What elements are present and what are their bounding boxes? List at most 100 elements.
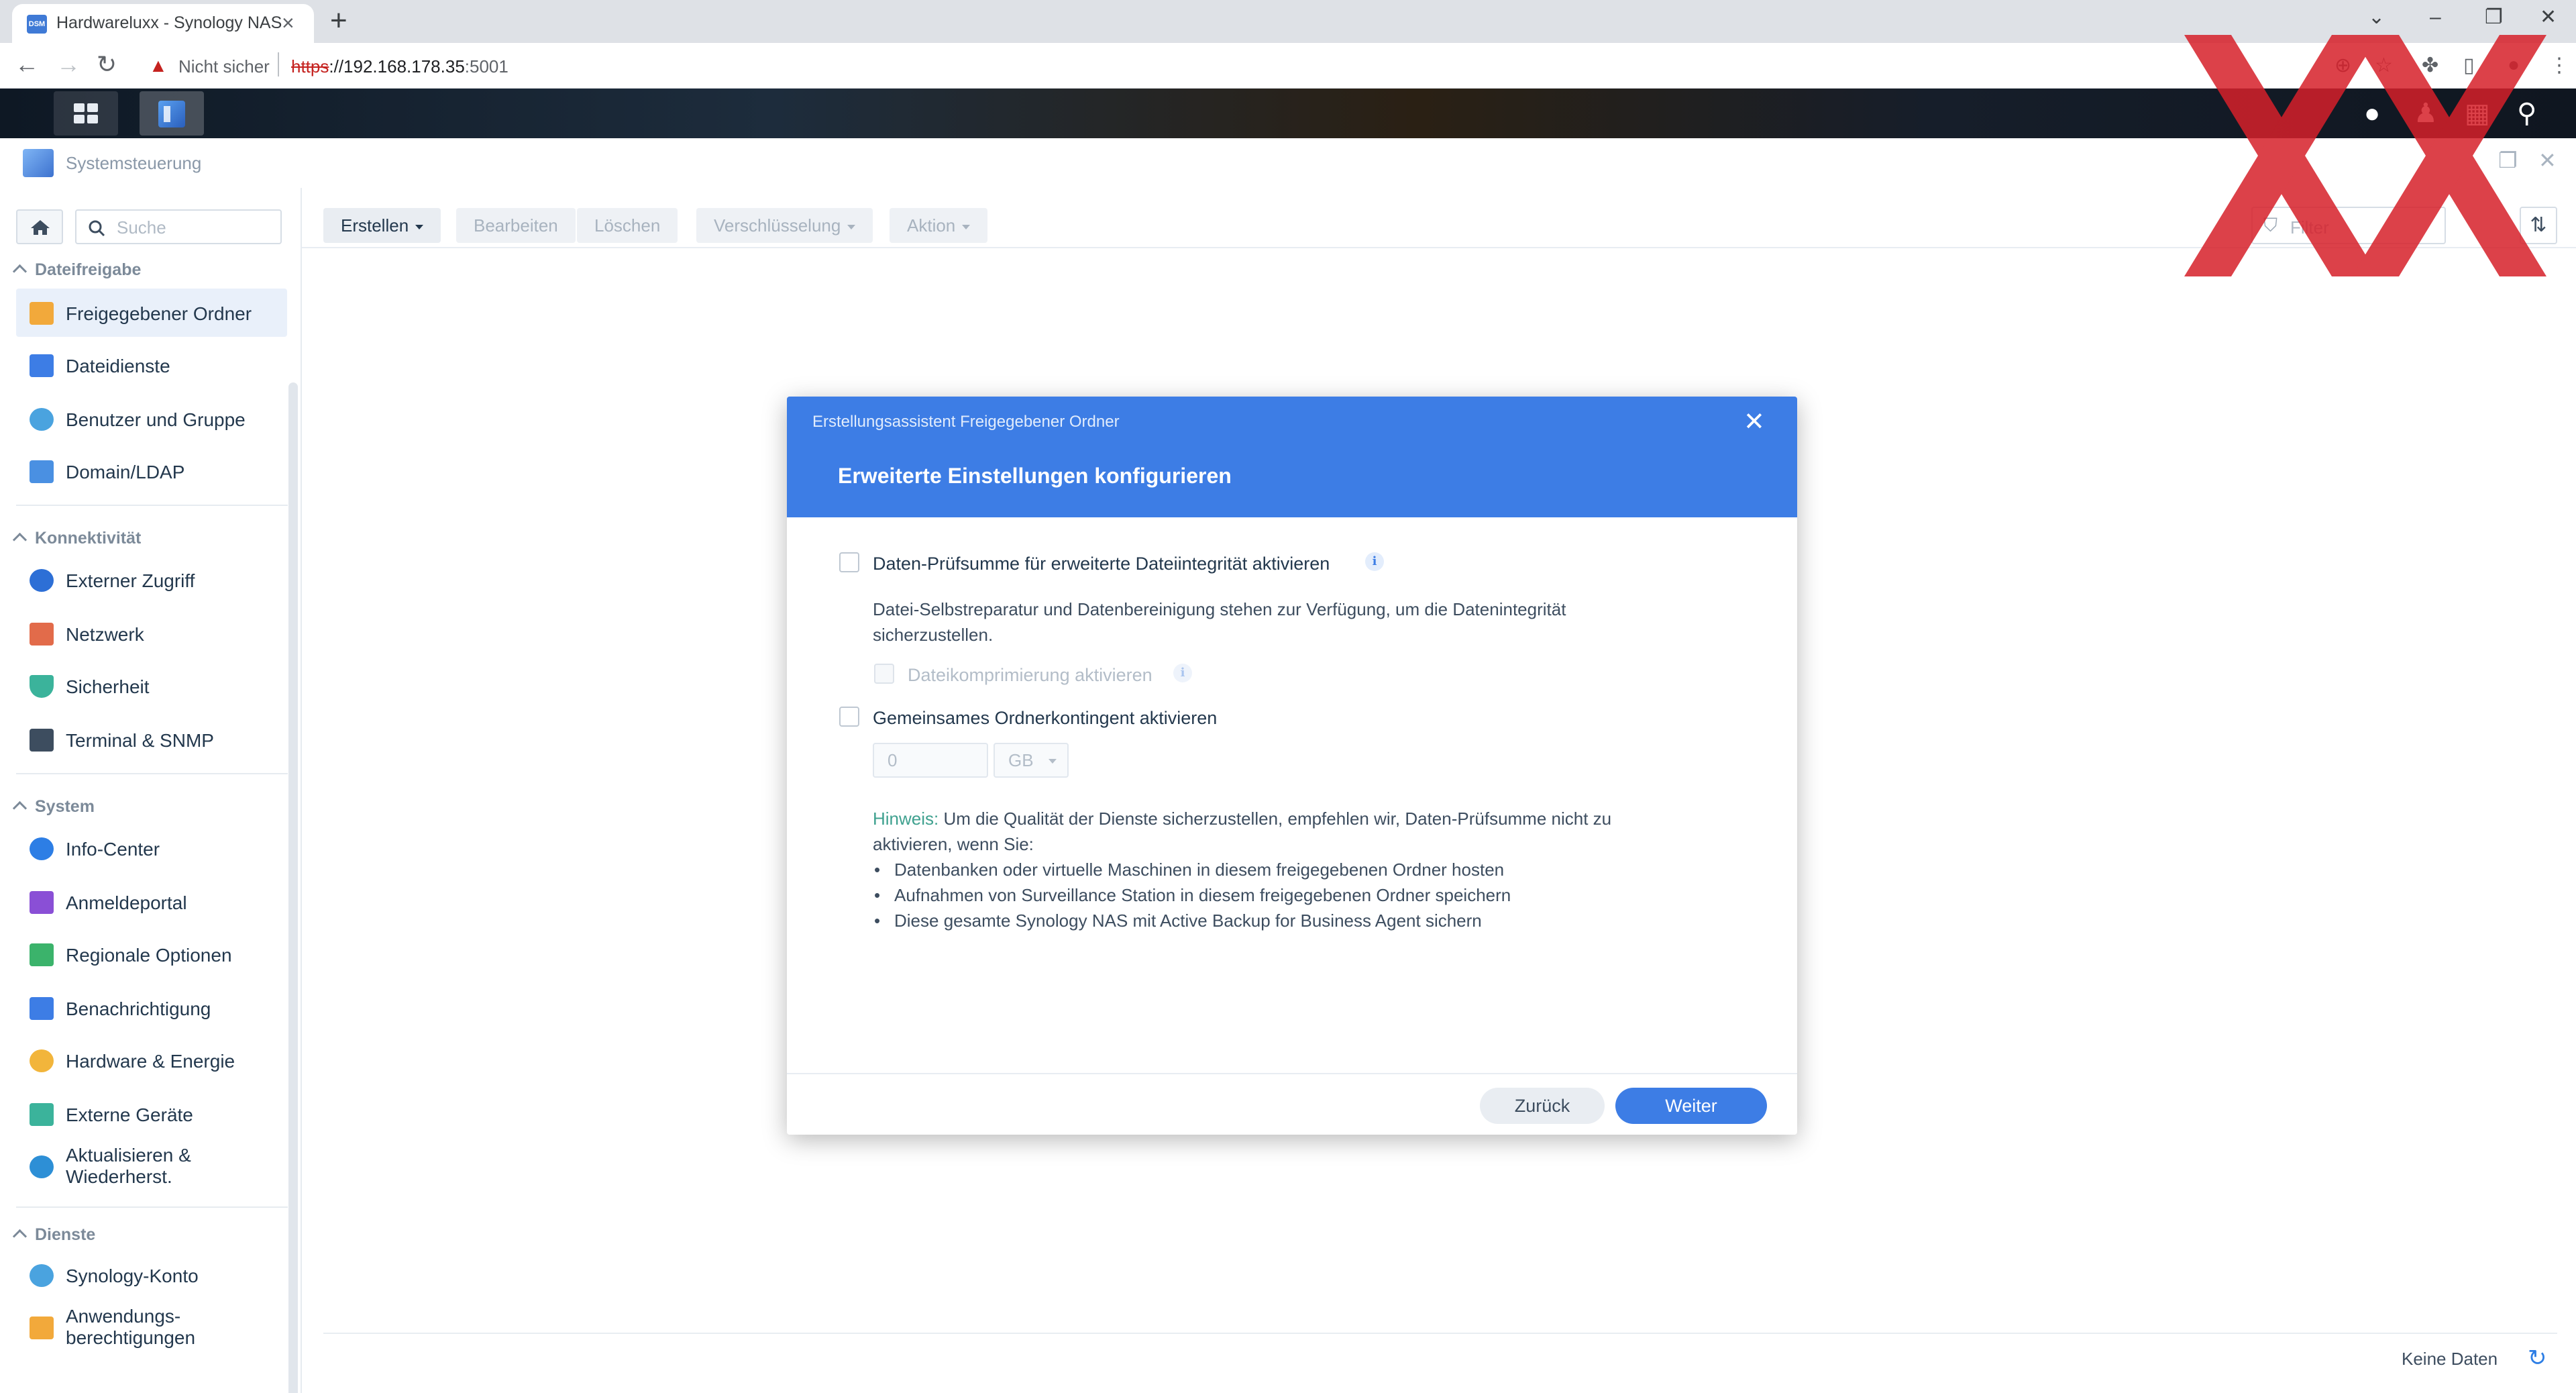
browser-tab-title: Hardwareluxx - Synology NAS (56, 13, 282, 32)
synology-account-icon (30, 1264, 54, 1287)
sidebar-item-label: Freigegebener Ordner (66, 303, 252, 324)
browser-menu-icon[interactable]: ⋮ (2549, 54, 2569, 77)
hint-key: Hinweis: (873, 809, 939, 829)
list-item: Diese gesamte Synology NAS mit Active Ba… (874, 908, 1699, 933)
create-button[interactable]: Erstellen (323, 208, 441, 243)
sidebar-item-info-center[interactable]: Info-Center (16, 824, 287, 872)
action-button-label: Aktion (907, 215, 956, 236)
hardwareluxx-logo (2184, 35, 2546, 276)
regional-options-icon (30, 943, 54, 966)
list-item: Datenbanken oder virtuelle Maschinen in … (874, 857, 1699, 882)
sidebar-item-login-portal[interactable]: Anmeldeportal (16, 878, 287, 926)
sidebar-item-notification[interactable]: Benachrichtigung (16, 984, 287, 1032)
refresh-icon[interactable]: ↻ (2528, 1345, 2547, 1372)
dsm-favicon-icon: DSM (27, 15, 47, 34)
hint-bullet-list: Datenbanken oder virtuelle Maschinen in … (874, 857, 1699, 933)
sidebar-item-external-access[interactable]: Externer Zugriff (16, 556, 287, 604)
checksum-label[interactable]: Daten-Prüfsumme für erweiterte Dateiinte… (873, 554, 1330, 574)
sidebar-item-security[interactable]: Sicherheit (16, 662, 287, 710)
sidebar-item-shared-folder[interactable]: Freigegebener Ordner (16, 289, 287, 337)
quota-unit-value: GB (1008, 750, 1034, 770)
dialog-footer-divider (787, 1073, 1797, 1074)
back-arrow-icon[interactable]: ← (15, 50, 39, 79)
not-secure-label[interactable]: Nicht sicher (178, 56, 270, 77)
window-minimize-icon[interactable]: – (2430, 4, 2441, 31)
file-services-icon (30, 354, 54, 377)
forward-arrow-icon[interactable]: → (56, 50, 80, 79)
hint-text: Hinweis: Um die Qualität der Dienste sic… (873, 806, 1691, 857)
edit-button[interactable]: Bearbeiten (456, 208, 576, 243)
checksum-description: Datei-Selbstreparatur und Datenbereinigu… (873, 599, 1566, 645)
quota-checkbox[interactable] (839, 707, 859, 727)
sidebar-item-label: Sicherheit (66, 676, 150, 697)
section-file-sharing[interactable]: Dateifreigabe (35, 260, 141, 280)
sidebar-item-label: Aktualisieren & Wiederherst. (66, 1145, 191, 1187)
url-field[interactable]: https://192.168.178.35:5001 (291, 56, 508, 77)
sidebar-item-label: Terminal & SNMP (66, 730, 214, 751)
sidebar-item-label: Externer Zugriff (66, 570, 195, 591)
sidebar-item-regional-options[interactable]: Regionale Optionen (16, 930, 287, 978)
new-tab-icon[interactable]: + (330, 4, 347, 38)
warning-icon[interactable]: ▲ (149, 55, 168, 76)
section-system[interactable]: System (35, 797, 95, 817)
close-icon[interactable]: ✕ (1743, 409, 1765, 435)
checksum-info-icon[interactable]: i (1365, 552, 1384, 571)
sidebar-item-file-services[interactable]: Dateidienste (16, 341, 287, 389)
hint-body: Um die Qualität der Dienste sicherzustel… (873, 809, 1612, 854)
sidebar-item-label: Anmeldeportal (66, 892, 187, 913)
chevron-down-icon (962, 224, 971, 229)
action-button[interactable]: Aktion (890, 208, 988, 243)
footer-divider (323, 1333, 2557, 1334)
browser-tab[interactable]: DSM Hardwareluxx - Synology NAS × (12, 4, 314, 43)
compression-checkbox[interactable] (874, 664, 894, 684)
quota-unit-select[interactable]: GB (994, 743, 1069, 778)
sidebar-search[interactable] (75, 209, 282, 244)
reload-icon[interactable]: ↻ (97, 50, 117, 79)
chevron-down-icon (1049, 759, 1057, 764)
sidebar-item-network[interactable]: Netzwerk (16, 609, 287, 658)
domain-ldap-icon (30, 460, 54, 483)
sidebar-item-label: Externe Geräte (66, 1104, 193, 1125)
sidebar-item-external-devices[interactable]: Externe Geräte (16, 1090, 287, 1138)
home-button[interactable] (16, 209, 63, 244)
tab-close-icon[interactable]: × (282, 11, 294, 35)
dialog-header[interactable]: Erstellungsassistent Freigegebener Ordne… (787, 397, 1797, 517)
sidebar-item-domain-ldap[interactable]: Domain/LDAP (16, 447, 287, 495)
wizard-title: Erstellungsassistent Freigegebener Ordne… (812, 413, 1120, 431)
sidebar: Dateifreigabe Freigegebener Ordner Datei… (0, 188, 302, 1393)
encryption-button[interactable]: Verschlüsselung (696, 208, 873, 243)
external-devices-icon (30, 1103, 54, 1126)
checksum-checkbox[interactable] (839, 552, 859, 572)
search-icon (89, 220, 105, 237)
window-restore-icon[interactable]: ❐ (2485, 4, 2503, 31)
sidebar-item-terminal-snmp[interactable]: Terminal & SNMP (16, 715, 287, 764)
sidebar-item-user-group[interactable]: Benutzer und Gruppe (16, 395, 287, 443)
quota-input[interactable]: 0 (873, 743, 988, 778)
tab-search-chevron-icon[interactable]: ⌄ (2368, 4, 2385, 31)
url-separator (278, 52, 279, 76)
chevron-down-icon (415, 224, 424, 229)
delete-button[interactable]: Löschen (577, 208, 678, 243)
sidebar-item-label: Benachrichtigung (66, 998, 211, 1019)
section-connectivity[interactable]: Konnektivität (35, 529, 141, 548)
sidebar-item-label: Netzwerk (66, 624, 144, 645)
external-access-icon (30, 569, 54, 592)
back-button[interactable]: Zurück (1480, 1088, 1605, 1124)
sidebar-item-update-restore[interactable]: Aktualisieren & Wiederherst. (16, 1142, 287, 1190)
sidebar-scrollbar[interactable] (288, 382, 298, 1393)
window-close-icon[interactable]: ✕ (2540, 4, 2557, 31)
encryption-button-label: Verschlüsselung (714, 215, 841, 236)
quota-label[interactable]: Gemeinsames Ordnerkontingent aktivieren (873, 708, 1217, 729)
section-services[interactable]: Dienste (35, 1225, 95, 1245)
home-icon (31, 220, 50, 235)
sidebar-item-synology-account[interactable]: Synology-Konto (16, 1251, 287, 1299)
taskbar-control-panel-button[interactable] (140, 91, 204, 136)
compression-info-icon[interactable]: i (1173, 664, 1192, 682)
sidebar-item-app-privileges[interactable]: Anwendungs-berechtigungen (16, 1303, 287, 1351)
url-scheme: https (291, 56, 329, 76)
sidebar-item-hardware-power[interactable]: Hardware & Energie (16, 1036, 287, 1084)
sidebar-item-label: Anwendungs-berechtigungen (66, 1306, 196, 1348)
next-button[interactable]: Weiter (1615, 1088, 1767, 1124)
main-menu-button[interactable] (54, 91, 118, 136)
search-input[interactable] (117, 217, 271, 238)
